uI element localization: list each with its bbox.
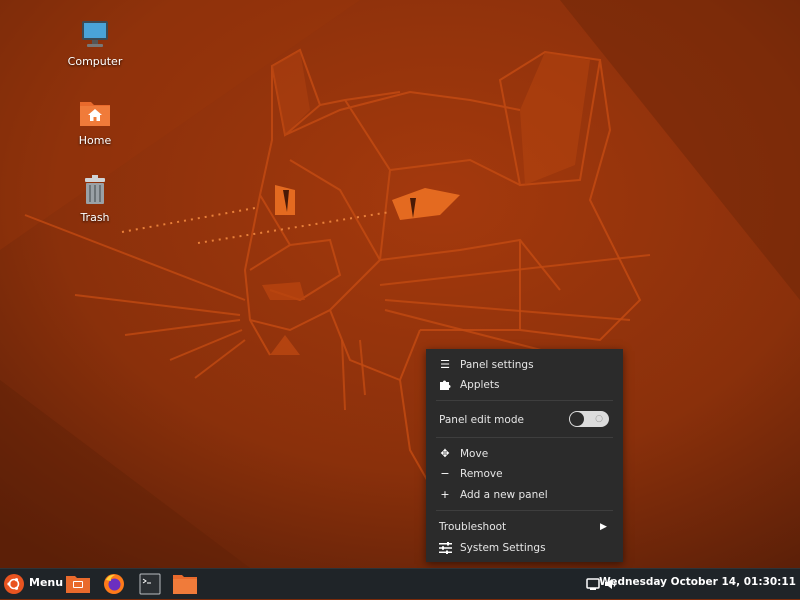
menu-item-label: Move xyxy=(460,448,489,460)
panel-edit-mode-toggle[interactable]: ○ xyxy=(569,411,609,427)
move-icon: ✥ xyxy=(440,447,450,460)
menu-label: Menu xyxy=(29,576,64,589)
terminal-launcher[interactable] xyxy=(137,572,163,596)
desktop-icon-home[interactable]: Home xyxy=(55,96,135,147)
file-manager-launcher[interactable] xyxy=(172,572,198,596)
desktop-icon-label: Home xyxy=(78,134,112,147)
home-folder-icon xyxy=(80,102,110,126)
puzzle-icon xyxy=(438,375,452,395)
menu-item-label: Troubleshoot xyxy=(439,521,507,533)
computer-icon xyxy=(82,21,108,47)
file-manager-icon xyxy=(173,575,197,594)
firefox-launcher[interactable] xyxy=(101,572,127,596)
menu-item-add-panel[interactable]: + Add a new panel xyxy=(426,485,623,505)
terminal-icon xyxy=(139,573,161,595)
menu-separator xyxy=(436,437,613,438)
desktop-wallpaper xyxy=(0,0,800,568)
desktop-icon-label: Computer xyxy=(67,55,123,68)
menu-item-panel-settings[interactable]: ☰ Panel settings xyxy=(426,355,623,375)
menu-item-applets[interactable]: Applets xyxy=(426,375,623,395)
menu-item-label: Panel settings xyxy=(460,359,534,371)
panel-context-menu: ☰ Panel settings Applets Panel edit mode… xyxy=(426,349,623,562)
toggle-off-icon: ○ xyxy=(595,414,603,424)
trash-icon xyxy=(85,175,105,204)
desktop-icon-trash[interactable]: Trash xyxy=(55,173,135,224)
ubuntu-logo-icon xyxy=(4,574,24,594)
menu-item-remove[interactable]: − Remove xyxy=(426,464,623,484)
menu-separator xyxy=(436,400,613,401)
clock[interactable]: Wednesday October 14, 01:30:11 xyxy=(599,576,796,588)
submenu-arrow-icon: ▶ xyxy=(600,522,607,532)
network-icon[interactable] xyxy=(586,576,600,590)
menu-item-label: System Settings xyxy=(460,542,546,554)
toggle-knob xyxy=(570,412,584,426)
menu-separator xyxy=(436,510,613,511)
menu-item-move[interactable]: ✥ Move xyxy=(426,444,623,464)
menu-item-label: Add a new panel xyxy=(460,489,548,501)
desktop-icon-computer[interactable]: Computer xyxy=(55,17,135,68)
hamburger-icon: ☰ xyxy=(440,358,450,371)
menu-item-label: Panel edit mode xyxy=(439,414,524,426)
firefox-icon xyxy=(104,574,124,594)
bottom-panel: Menu Wednesday October 14, 01:30:11 xyxy=(0,568,800,599)
minus-icon: − xyxy=(440,467,450,480)
sliders-icon xyxy=(438,538,452,558)
menu-item-system-settings[interactable]: System Settings xyxy=(426,538,623,558)
menu-item-label: Remove xyxy=(460,468,503,480)
desktop-icon-label: Trash xyxy=(80,211,110,224)
menu-button[interactable]: Menu xyxy=(2,572,64,596)
menu-item-label: Applets xyxy=(460,379,500,391)
show-desktop-launcher[interactable] xyxy=(65,572,91,596)
show-desktop-icon xyxy=(66,576,90,593)
menu-item-troubleshoot[interactable]: Troubleshoot ▶ xyxy=(426,517,623,537)
plus-icon: + xyxy=(440,488,450,501)
